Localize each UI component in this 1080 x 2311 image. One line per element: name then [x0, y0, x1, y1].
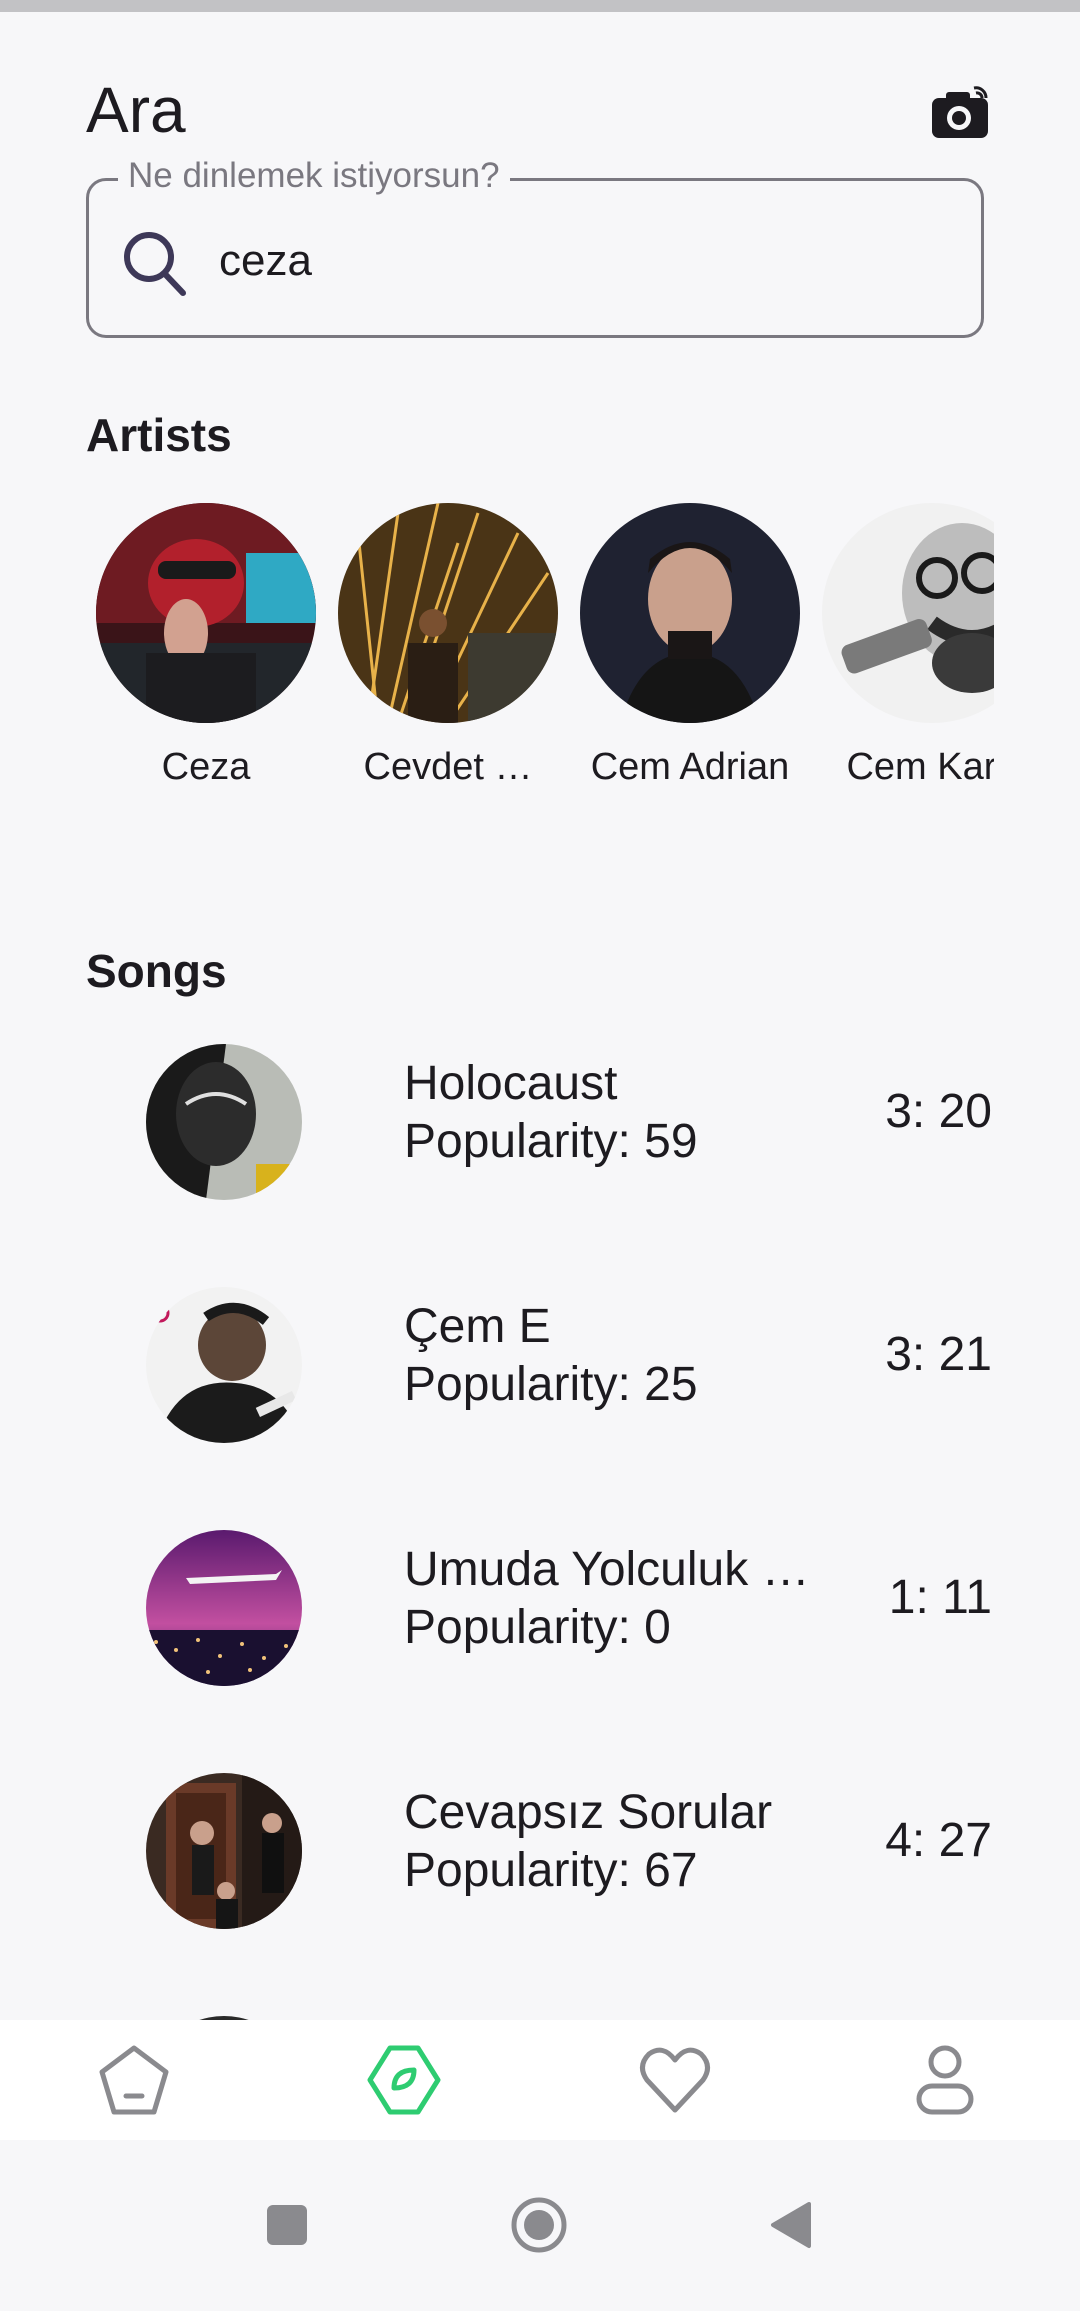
song-duration: 3: 20: [885, 1085, 992, 1138]
song-list[interactable]: Holocaust Popularity: 59 3: 20 Çem E Pop…: [0, 1030, 1080, 2020]
song-row[interactable]: Umuda Yolculuk … Popularity: 0 1: 11: [0, 1516, 1080, 1716]
status-bar: [0, 0, 1080, 12]
search-icon: [124, 232, 186, 296]
song-row[interactable]: Çem E Popularity: 25 3: 21: [0, 1273, 1080, 1473]
home-circle-icon: [511, 2197, 567, 2253]
artist-name: Ceza: [161, 746, 251, 788]
song-row[interactable]: Cevapsız Sorular Popularity: 67 4: 27: [0, 1759, 1080, 1959]
song-popularity: Popularity: 59: [404, 1115, 698, 1168]
song-duration: 4: 27: [885, 1814, 992, 1867]
songs-heading: Songs: [86, 945, 227, 997]
page-title: Ara: [86, 74, 186, 146]
song-popularity: Popularity: 25: [404, 1358, 698, 1411]
artist-avatar: [580, 503, 800, 723]
nav-home[interactable]: [94, 2040, 174, 2120]
heart-icon: [640, 2047, 710, 2113]
artist-avatar: [96, 503, 316, 723]
recents-icon: [267, 2205, 307, 2245]
song-title: Holocaust: [404, 1057, 618, 1110]
song-cover: [146, 1530, 302, 1686]
song-cover: [146, 1287, 302, 1443]
artist-card[interactable]: Cevdet …: [328, 500, 568, 800]
artist-avatar: [338, 503, 558, 723]
search-field[interactable]: [86, 178, 984, 338]
bottom-navigation: [0, 2020, 1080, 2140]
artist-card[interactable]: Ceza: [86, 500, 326, 800]
nav-profile[interactable]: [905, 2040, 985, 2120]
system-navigation-bar: [0, 2140, 1080, 2311]
song-duration: 3: 21: [885, 1328, 992, 1381]
home-icon: [99, 2045, 169, 2115]
artists-carousel[interactable]: Ceza Cevdet … Cem Adrian Cem Kar: [86, 500, 994, 820]
camera-button[interactable]: [928, 80, 992, 144]
artist-name: Cevdet …: [363, 746, 533, 788]
profile-icon: [916, 2045, 974, 2115]
explore-icon: [367, 2045, 441, 2115]
artist-card[interactable]: Cem Kara: [812, 500, 994, 800]
song-title: Çem E: [404, 1300, 551, 1353]
song-duration: 1: 11: [888, 1571, 992, 1624]
song-title: Cevapsız Sorular: [404, 1786, 773, 1839]
song-cover: [146, 1773, 302, 1929]
system-home-button[interactable]: [504, 2190, 574, 2260]
back-button[interactable]: [756, 2190, 826, 2260]
song-popularity: Popularity: 0: [404, 1601, 671, 1654]
search-input[interactable]: [217, 221, 957, 301]
camera-icon: [932, 86, 988, 138]
artist-name: Cem Adrian: [590, 746, 790, 788]
song-row[interactable]: [0, 2002, 1080, 2020]
recents-button[interactable]: [252, 2190, 322, 2260]
search-label: Ne dinlemek istiyorsun?: [118, 151, 510, 201]
nav-favorites[interactable]: [635, 2040, 715, 2120]
artist-avatar: [822, 503, 994, 723]
song-popularity: Popularity: 67: [404, 1844, 698, 1897]
song-cover: [146, 1044, 302, 1200]
back-icon: [771, 2202, 811, 2248]
nav-explore[interactable]: [364, 2040, 444, 2120]
artist-card[interactable]: Cem Adrian: [570, 500, 810, 800]
artists-heading: Artists: [86, 409, 232, 461]
artist-name: Cem Kara: [846, 746, 994, 788]
song-title: Umuda Yolculuk …: [404, 1543, 810, 1596]
song-row[interactable]: Holocaust Popularity: 59 3: 20: [0, 1030, 1080, 1230]
